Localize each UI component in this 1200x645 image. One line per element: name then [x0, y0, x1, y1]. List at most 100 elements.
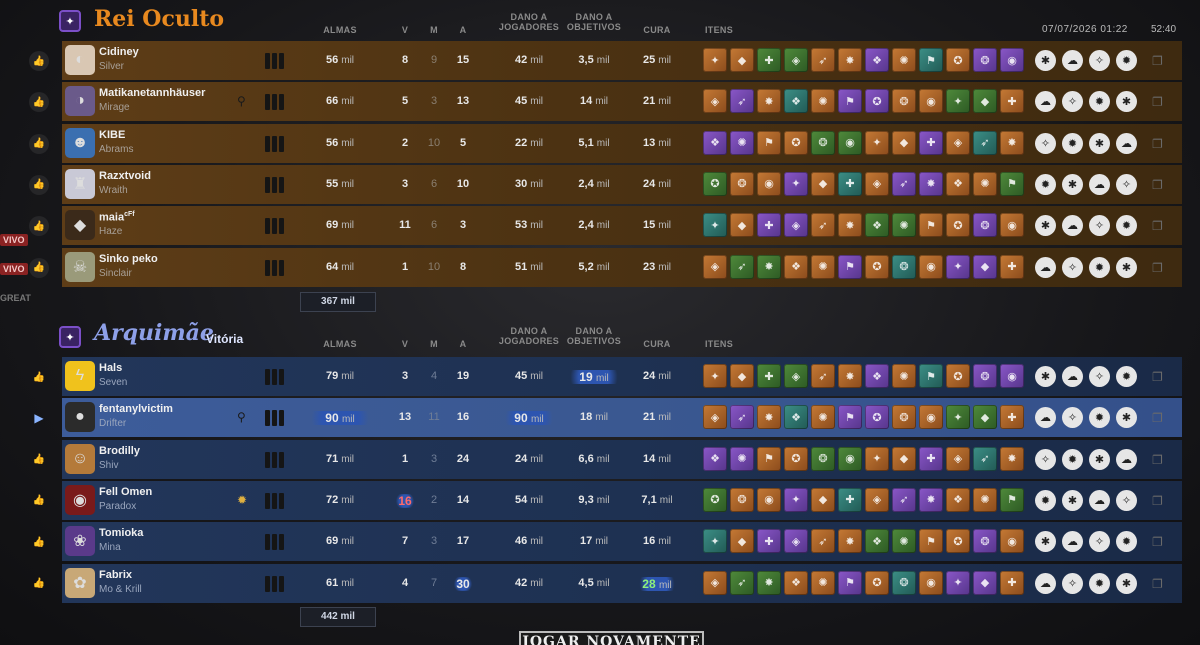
- item-slot-icon[interactable]: ◈: [784, 213, 808, 238]
- item-slot-icon[interactable]: ✚: [757, 529, 781, 554]
- item-slot-icon[interactable]: ✺: [730, 130, 754, 155]
- item-slot-icon[interactable]: ✦: [865, 130, 889, 155]
- item-slot-icon[interactable]: ✸: [838, 364, 862, 388]
- item-slot-icon[interactable]: ◉: [1000, 364, 1024, 388]
- player-row[interactable]: 👍 ☺ Brodilly Shiv 71 mil 1 3 24 24 mil 6…: [33, 439, 1182, 479]
- item-slot-icon[interactable]: ✚: [838, 487, 862, 512]
- item-slot-icon[interactable]: ❂: [892, 405, 916, 430]
- item-slot-icon[interactable]: ✚: [919, 446, 943, 471]
- item-slot-icon[interactable]: ✸: [757, 405, 781, 430]
- item-slot-icon[interactable]: ✸: [838, 48, 862, 72]
- item-slot-icon[interactable]: ◆: [892, 130, 916, 155]
- item-slot-icon[interactable]: ✪: [703, 487, 727, 512]
- item-slot-icon[interactable]: ❖: [865, 364, 889, 388]
- item-slot-icon[interactable]: ❖: [784, 570, 808, 595]
- item-slot-icon[interactable]: ◆: [730, 48, 754, 72]
- player-row[interactable]: 👍 ❀ Tomioka Mina 69 mil 7 3 17 46 mil 17…: [33, 522, 1182, 562]
- item-slot-icon[interactable]: ◆: [973, 254, 997, 279]
- item-slot-icon[interactable]: ⚑: [919, 48, 943, 72]
- item-slot-icon[interactable]: ◆: [730, 213, 754, 238]
- endorse-thumbs-up-icon[interactable]: 👍: [29, 491, 49, 511]
- item-slot-icon[interactable]: ◉: [838, 130, 862, 155]
- ability-icon[interactable]: ✧: [1062, 572, 1083, 594]
- ability-icon[interactable]: ☁: [1062, 366, 1083, 387]
- item-slot-icon[interactable]: ✪: [865, 89, 889, 114]
- ability-icon[interactable]: ☁: [1035, 91, 1056, 113]
- item-slot-icon[interactable]: ✚: [838, 171, 862, 196]
- item-slot-icon[interactable]: ✚: [1000, 254, 1024, 279]
- play-again-button[interactable]: JOGAR NOVAMENTE: [519, 631, 704, 645]
- item-slot-icon[interactable]: ◆: [892, 446, 916, 471]
- ability-icon[interactable]: ✱: [1116, 572, 1137, 594]
- item-slot-icon[interactable]: ◈: [865, 487, 889, 512]
- ability-icon[interactable]: ✱: [1035, 215, 1056, 237]
- item-slot-icon[interactable]: ➶: [973, 446, 997, 471]
- item-slot-icon[interactable]: ⚑: [838, 254, 862, 279]
- ability-icon[interactable]: ✹: [1116, 531, 1137, 553]
- item-slot-icon[interactable]: ◉: [919, 570, 943, 595]
- item-slot-icon[interactable]: ✺: [811, 570, 835, 595]
- endorse-thumbs-up-icon[interactable]: 👍: [29, 216, 49, 237]
- ability-icon[interactable]: ☁: [1116, 132, 1137, 154]
- item-slot-icon[interactable]: ✚: [757, 213, 781, 238]
- item-slot-icon[interactable]: ◆: [730, 529, 754, 554]
- item-slot-icon[interactable]: ✺: [892, 364, 916, 388]
- player-row[interactable]: 👍 ◐ Cidiney Silver 56 mil 8 9 15 42 mil …: [29, 41, 1182, 80]
- item-slot-icon[interactable]: ✦: [703, 364, 727, 388]
- item-slot-icon[interactable]: ◈: [703, 254, 727, 279]
- current-player-arrow-icon[interactable]: ▶: [29, 408, 49, 428]
- ability-icon[interactable]: ✧: [1062, 91, 1083, 113]
- ability-icon[interactable]: ✹: [1116, 215, 1137, 237]
- item-slot-icon[interactable]: ❂: [973, 364, 997, 388]
- item-slot-icon[interactable]: ◈: [865, 171, 889, 196]
- item-slot-icon[interactable]: ✚: [757, 48, 781, 72]
- item-slot-icon[interactable]: ❂: [973, 213, 997, 238]
- ability-icon[interactable]: ✹: [1089, 572, 1110, 594]
- item-slot-icon[interactable]: ◆: [811, 171, 835, 196]
- ability-icon[interactable]: ✧: [1062, 407, 1083, 429]
- item-slot-icon[interactable]: ➶: [892, 171, 916, 196]
- item-slot-icon[interactable]: ➶: [730, 405, 754, 430]
- copy-icon[interactable]: ❐: [1152, 54, 1163, 68]
- item-slot-icon[interactable]: ❖: [784, 254, 808, 279]
- item-slot-icon[interactable]: ◆: [973, 570, 997, 595]
- endorse-thumbs-up-icon[interactable]: 👍: [29, 92, 49, 113]
- item-slot-icon[interactable]: ◈: [784, 529, 808, 554]
- item-slot-icon[interactable]: ✺: [811, 254, 835, 279]
- item-slot-icon[interactable]: ✸: [757, 570, 781, 595]
- item-slot-icon[interactable]: ❂: [811, 130, 835, 155]
- player-name[interactable]: Hals: [99, 362, 122, 374]
- ability-icon[interactable]: ✹: [1035, 489, 1056, 511]
- ability-icon[interactable]: ✱: [1035, 366, 1056, 387]
- item-slot-icon[interactable]: ❖: [946, 171, 970, 196]
- item-slot-icon[interactable]: ◉: [919, 405, 943, 430]
- item-slot-icon[interactable]: ➶: [730, 89, 754, 114]
- item-slot-icon[interactable]: ◈: [703, 89, 727, 114]
- endorse-thumbs-up-icon[interactable]: 👍: [29, 174, 49, 195]
- item-slot-icon[interactable]: ➶: [730, 254, 754, 279]
- item-slot-icon[interactable]: ➶: [811, 364, 835, 388]
- copy-icon[interactable]: ❐: [1152, 178, 1163, 192]
- item-slot-icon[interactable]: ✸: [1000, 130, 1024, 155]
- item-slot-icon[interactable]: ◉: [1000, 48, 1024, 72]
- player-name[interactable]: Cidiney: [99, 46, 139, 58]
- item-slot-icon[interactable]: ✦: [784, 487, 808, 512]
- item-slot-icon[interactable]: ✦: [703, 213, 727, 238]
- copy-icon[interactable]: ❐: [1152, 219, 1163, 233]
- ability-icon[interactable]: ✹: [1089, 256, 1110, 278]
- item-slot-icon[interactable]: ➶: [892, 487, 916, 512]
- item-slot-icon[interactable]: ✺: [973, 487, 997, 512]
- ability-icon[interactable]: ☁: [1116, 448, 1137, 470]
- player-name[interactable]: Brodilly: [99, 445, 140, 457]
- copy-icon[interactable]: ❐: [1152, 95, 1163, 109]
- item-slot-icon[interactable]: ◉: [919, 254, 943, 279]
- item-slot-icon[interactable]: ❖: [784, 89, 808, 114]
- item-slot-icon[interactable]: ✦: [865, 446, 889, 471]
- item-slot-icon[interactable]: ✪: [946, 48, 970, 72]
- item-slot-icon[interactable]: ✚: [757, 364, 781, 388]
- copy-icon[interactable]: ❐: [1152, 535, 1163, 549]
- ability-icon[interactable]: ✹: [1116, 366, 1137, 387]
- item-slot-icon[interactable]: ◉: [919, 89, 943, 114]
- item-slot-icon[interactable]: ◈: [784, 48, 808, 72]
- item-slot-icon[interactable]: ◆: [811, 487, 835, 512]
